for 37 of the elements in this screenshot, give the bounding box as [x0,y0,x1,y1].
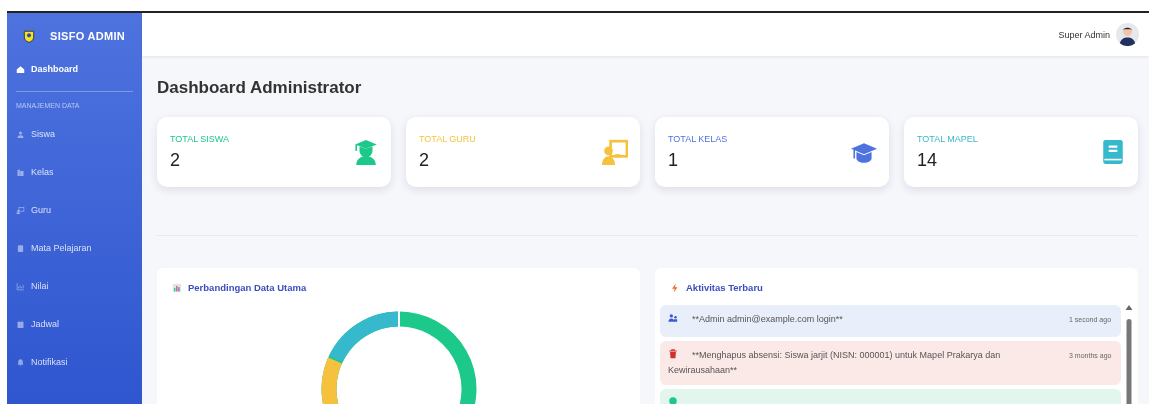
user-name[interactable]: Super Admin [1058,29,1110,40]
book-icon [16,243,25,253]
building-icon [16,167,25,177]
sidebar-item[interactable]: Mata Pelajaran [16,238,133,258]
page-title: Dashboard Administrator [157,77,363,99]
panel-title: Perbandingan Data Utama [157,268,640,293]
bar-chart-icon [16,281,25,291]
sidebar-item[interactable]: Siswa [16,124,133,144]
activity-text: **Admin admin@example.com login** [668,312,1061,327]
person-icon [16,129,25,139]
stat-label: TOTAL SISWA [170,133,229,144]
trash-icon [668,349,678,359]
stat-label: TOTAL KELAS [668,133,728,144]
stat-value: 2 [419,149,430,171]
scrollbar[interactable] [1125,305,1133,404]
sidebar-item[interactable]: Nilai [16,276,133,296]
bell-icon [16,357,25,367]
bar-chart-icon [172,282,182,293]
sidebar-item[interactable]: Dashboard [16,59,133,79]
users-icon [668,313,678,323]
stat-value: 1 [668,149,679,171]
sidebar-item[interactable]: Guru [16,200,133,220]
calendar-icon [16,319,25,329]
lightning-icon [670,282,680,293]
stat-label: TOTAL GURU [419,133,476,144]
stat-value: 2 [170,149,181,171]
stat-label: TOTAL MAPEL [917,133,978,144]
brand-title: SISFO ADMIN [50,30,125,42]
sidebar-item[interactable]: Jadwal [16,314,133,334]
panel-title: Aktivitas Terbaru [655,268,1138,293]
home-icon [16,64,25,74]
sidebar-item[interactable]: Kelas [16,162,133,182]
activity-text: **Menghapus absensi: Siswa jarjit (NISN: 000001) untuk Mapel Prakarya dan Kewirausahaan** [668,348,1002,377]
sidebar-item[interactable]: Notifikasi [16,352,133,372]
presenter-icon [16,205,25,215]
stat-value: 14 [917,149,939,171]
avatar-icon[interactable] [1116,23,1139,46]
